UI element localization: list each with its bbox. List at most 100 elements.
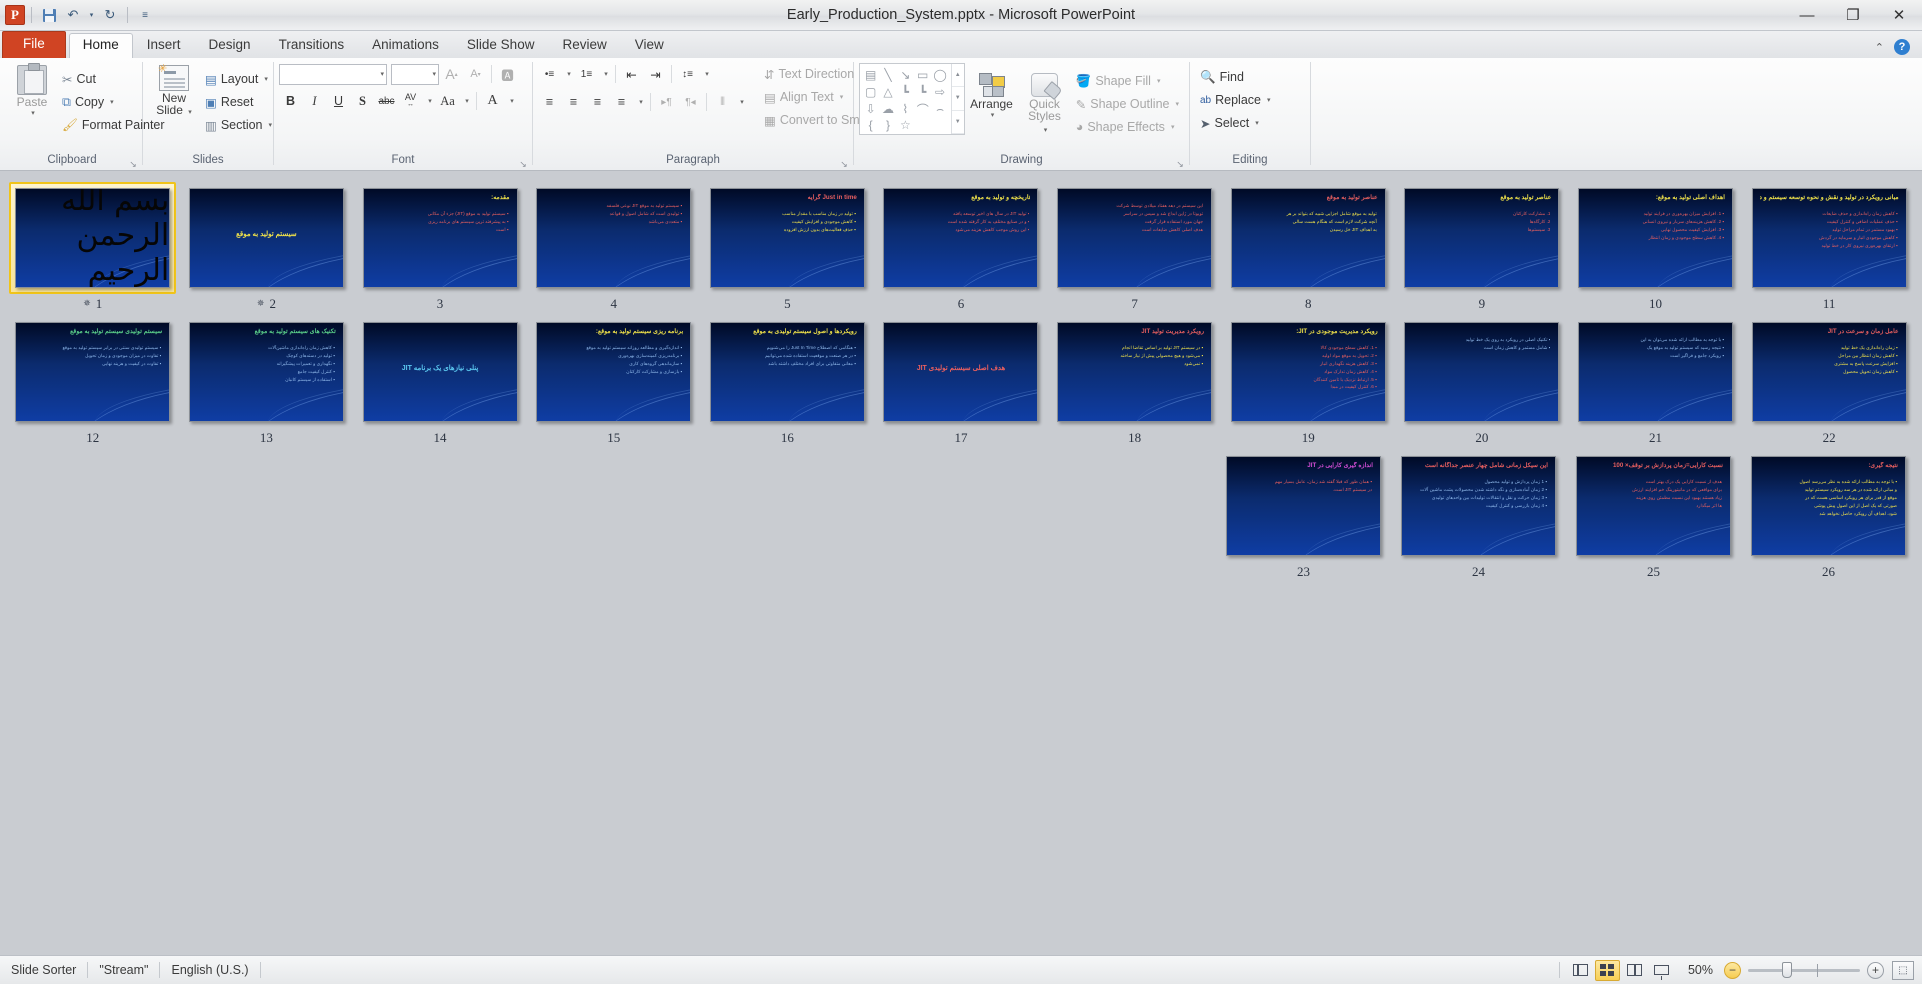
slide-thumbnail[interactable]: Just in time گرایه ▪ تولید در زمان مناسب … xyxy=(704,182,871,294)
slide-thumbnail-cell[interactable]: رویکرد مدیریت موجودی در JIT: ▪ 1. کاهش سط… xyxy=(1221,313,1395,446)
shapes-scroll-down-icon[interactable]: ▼ xyxy=(951,87,964,111)
slide-thumbnail-image[interactable]: مبانی رویکرد در تولید و نقش و نحوه توسعه… xyxy=(1751,188,1907,288)
align-right-button[interactable]: ≡ xyxy=(586,91,609,113)
tab-design[interactable]: Design xyxy=(195,33,265,58)
arrange-button[interactable]: Arrange ▾ xyxy=(965,70,1019,122)
shape-curve-icon[interactable]: ⌒ xyxy=(914,101,931,118)
slide-thumbnail-image[interactable]: این سیستم در دهه هفتاد میلادی توسط شرکت ت… xyxy=(1057,188,1213,288)
view-button-slide-show[interactable] xyxy=(1649,960,1674,981)
slide-thumbnail-image[interactable]: این سیکل زمانی شامل چهار عنصر جداگانه اس… xyxy=(1401,456,1556,556)
undo-icon[interactable]: ↶ xyxy=(62,4,84,26)
slide-thumbnail[interactable]: رویکرد مدیریت تولید JIT ▪ در سیستم JIT تو… xyxy=(1051,316,1218,428)
slide-thumbnail[interactable]: این سیکل زمانی شامل چهار عنصر جداگانه اس… xyxy=(1395,450,1562,562)
shapes-grid[interactable]: ▤ ╲ ↘ ▭ ◯ ▢ △ ┗ ┗ ⇨ ⇩ ☁ ⌇ ⌒ ⌢ { } ☆ xyxy=(860,64,951,134)
numbering-chevron-down-icon[interactable]: ▾ xyxy=(599,63,611,85)
slide-thumbnail[interactable]: هدف اصلی سیستم تولیدی JIT xyxy=(877,316,1044,428)
rtl-text-direction-button[interactable]: ¶◂ xyxy=(679,91,702,113)
tab-review[interactable]: Review xyxy=(548,33,620,58)
decrease-indent-button[interactable]: ⇤ xyxy=(620,63,643,85)
shrink-font-icon[interactable]: A ▾ xyxy=(464,63,487,85)
slide-thumbnail-cell[interactable]: نتیجه گیری: ▪ با توجه به مطالب ارائه شده … xyxy=(1741,447,1916,580)
slide-sorter-workspace[interactable]: مبانی رویکرد در تولید و نقش و نحوه توسعه… xyxy=(0,171,1922,955)
slide-thumbnail-selected[interactable]: بسم الله الرحمن الرحیم xyxy=(9,182,177,294)
increase-indent-button[interactable]: ⇥ xyxy=(644,63,667,85)
shape-left-brace-icon[interactable]: { xyxy=(862,118,879,132)
numbering-button[interactable]: 1≡ xyxy=(575,63,598,85)
slide-thumbnail-image[interactable]: ▪ با توجه به مطالب ارائه شده می‌توان به … xyxy=(1578,322,1734,422)
shape-rounded-rectangle-icon[interactable]: ▢ xyxy=(862,83,879,100)
zoom-out-button[interactable]: − xyxy=(1724,961,1741,979)
slide-thumbnail-cell[interactable]: ▪ تکنیک اصلی در رویکرد به روی یک خط تولی… xyxy=(1395,313,1569,446)
slide-thumbnail-cell[interactable]: سیستم تولید به موقع ✵ 2 xyxy=(180,179,354,312)
shape-elbow-arrow-icon[interactable]: ┗ xyxy=(914,83,931,100)
slide-thumbnail-image[interactable]: رویکرد مدیریت موجودی در JIT: ▪ 1. کاهش سط… xyxy=(1230,322,1386,422)
undo-dropdown-chevron-down-icon[interactable]: ▾ xyxy=(86,4,97,26)
slide-thumbnail-image[interactable]: ▪ تکنیک اصلی در رویکرد به روی یک خط تولی… xyxy=(1404,322,1560,422)
clipboard-dialog-launcher[interactable]: ↘ xyxy=(128,155,138,169)
slide-thumbnail-cell[interactable]: این سیستم در دهه هفتاد میلادی توسط شرکت ت… xyxy=(1048,179,1222,312)
slide-thumbnail-cell[interactable]: تاریخچه و تولید به موقع ▪ تولید JIT در سا… xyxy=(874,179,1048,312)
slide-thumbnail-image[interactable]: عناصر تولید به موقع 1. مشارکت کارکنان 2. ک… xyxy=(1404,188,1560,288)
slide-thumbnail-cell[interactable]: عناصر تولید به موقع 1. مشارکت کارکنان 2. ک… xyxy=(1395,179,1569,312)
bullets-button[interactable]: •≡ xyxy=(538,63,561,85)
animation-star-icon[interactable]: ✵ xyxy=(83,298,91,309)
shapes-gallery[interactable]: ▤ ╲ ↘ ▭ ◯ ▢ △ ┗ ┗ ⇨ ⇩ ☁ ⌇ ⌒ ⌢ { } ☆ ▲ ▼ … xyxy=(859,63,965,135)
slide-thumbnail[interactable]: پنلی نیازهای یک برنامه JIT xyxy=(357,316,524,428)
bullets-chevron-down-icon[interactable]: ▾ xyxy=(562,63,574,85)
slide-thumbnail-cell[interactable]: نسبت کارایی=زمان پردازش بر توقف× 100 هدف … xyxy=(1566,447,1741,580)
italic-button[interactable]: I xyxy=(303,90,326,112)
slide-thumbnail-image[interactable]: پنلی نیازهای یک برنامه JIT xyxy=(362,322,518,422)
shape-outline-button[interactable]: ✎ Shape Outline ▾ xyxy=(1071,93,1184,115)
find-button[interactable]: 🔍 Find xyxy=(1195,66,1276,88)
shapes-scrollbar[interactable]: ▲ ▼ ▼ xyxy=(950,64,964,134)
slide-thumbnail[interactable]: اندازه گیری کارایی در JIT ▪ همان طور که ق… xyxy=(1220,450,1387,562)
font-family-select[interactable]: ▾ xyxy=(279,63,387,85)
bold-button[interactable]: B xyxy=(279,90,302,112)
line-spacing-button[interactable]: ↕≡ xyxy=(676,63,699,85)
tab-insert[interactable]: Insert xyxy=(133,33,195,58)
tab-home[interactable]: Home xyxy=(68,33,133,58)
slide-thumbnail-image[interactable]: اهداف اصلی تولید به موقع: ▪ 1. افزایش میز… xyxy=(1578,188,1734,288)
slide-thumbnail-image[interactable]: تکنیک های سیستم تولید به موقع ▪ کاهش زمان… xyxy=(188,322,344,422)
slide-thumbnail-cell[interactable]: برنامه ریزی سیستم تولید به موقع: ▪ اندازه… xyxy=(527,313,701,446)
slide-thumbnail-image[interactable]: Just in time گرایه ▪ تولید در زمان مناسب … xyxy=(709,188,865,288)
status-theme-name[interactable]: "Stream" xyxy=(88,956,159,984)
font-color-button[interactable]: A xyxy=(481,90,504,112)
slide-thumbnail-cell[interactable]: عامل زمان و سرعت در JIT ▪ زمان راه‌اندازی… xyxy=(1742,313,1916,446)
slide-thumbnail[interactable]: نسبت کارایی=زمان پردازش بر توقف× 100 هدف … xyxy=(1570,450,1737,562)
change-case-button[interactable]: Aa xyxy=(436,90,459,112)
slide-thumbnail-cell[interactable]: مبانی رویکرد در تولید و نقش و نحوه توسعه… xyxy=(1742,179,1916,312)
justify-chevron-down-icon[interactable]: ▾ xyxy=(634,91,646,113)
slide-thumbnail[interactable]: مقدمه: ▪ سیستم تولید به موقع (JIT) جزء آن… xyxy=(357,182,524,294)
drawing-dialog-launcher[interactable]: ↘ xyxy=(1175,155,1185,169)
slide-thumbnail-image[interactable]: ▪ سیستم تولید به موقع JIT نوعی فلسفه ▪ تو… xyxy=(536,188,692,288)
text-shadow-button[interactable]: S xyxy=(351,90,374,112)
slide-thumbnail-image[interactable]: رویکردها و اصول سیستم تولیدی به موقع ▪ هن… xyxy=(709,322,865,422)
slide-thumbnail[interactable]: این سیستم در دهه هفتاد میلادی توسط شرکت ت… xyxy=(1051,182,1218,294)
shapes-scroll-up-icon[interactable]: ▲ xyxy=(951,64,964,88)
shape-elbow-connector-icon[interactable]: ┗ xyxy=(897,83,914,100)
redo-icon[interactable]: ↻ xyxy=(99,4,121,26)
character-spacing-button[interactable]: AV ↔ xyxy=(399,90,422,112)
slide-thumbnail[interactable]: عناصر تولید به موقع تولید به موقع شامل اج… xyxy=(1225,182,1392,294)
slide-thumbnail-cell[interactable]: رویکردها و اصول سیستم تولیدی به موقع ▪ هن… xyxy=(701,313,875,446)
slide-thumbnail-cell[interactable]: بسم الله الرحمن الرحیم ✵ 1 xyxy=(6,179,180,312)
slide-thumbnail-cell[interactable]: هدف اصلی سیستم تولیدی JIT 17 xyxy=(874,313,1048,446)
shape-cloud-icon[interactable]: ☁ xyxy=(879,101,896,118)
slide-thumbnail[interactable]: تکنیک های سیستم تولید به موقع ▪ کاهش زمان… xyxy=(183,316,350,428)
slide-thumbnail-image[interactable]: تاریخچه و تولید به موقع ▪ تولید JIT در سا… xyxy=(883,188,1039,288)
slide-thumbnail-image[interactable]: بسم الله الرحمن الرحیم xyxy=(15,188,171,288)
shape-triangle-icon[interactable]: △ xyxy=(879,83,896,100)
slide-thumbnail-image[interactable]: رویکرد مدیریت تولید JIT ▪ در سیستم JIT تو… xyxy=(1057,322,1213,422)
shape-arrow-icon[interactable]: ↘ xyxy=(897,66,914,83)
slide-thumbnail-cell[interactable]: رویکرد مدیریت تولید JIT ▪ در سیستم JIT تو… xyxy=(1048,313,1222,446)
slide-thumbnail-image[interactable]: سیستم تولید به موقع xyxy=(188,188,344,288)
slide-thumbnail[interactable]: ▪ سیستم تولید به موقع JIT نوعی فلسفه ▪ تو… xyxy=(530,182,697,294)
font-size-select[interactable]: ▾ xyxy=(391,63,439,85)
fit-to-window-button[interactable]: ⬚ xyxy=(1892,960,1914,980)
slide-thumbnail[interactable]: ▪ با توجه به مطالب ارائه شده می‌توان به … xyxy=(1572,316,1739,428)
quick-styles-button[interactable]: Quick Styles ▾ xyxy=(1018,70,1070,138)
slide-thumbnail[interactable]: عامل زمان و سرعت در JIT ▪ زمان راه‌اندازی… xyxy=(1746,316,1913,428)
powerpoint-logo-icon[interactable]: P xyxy=(5,5,25,25)
shape-freeform-icon[interactable]: ⌇ xyxy=(897,101,914,118)
